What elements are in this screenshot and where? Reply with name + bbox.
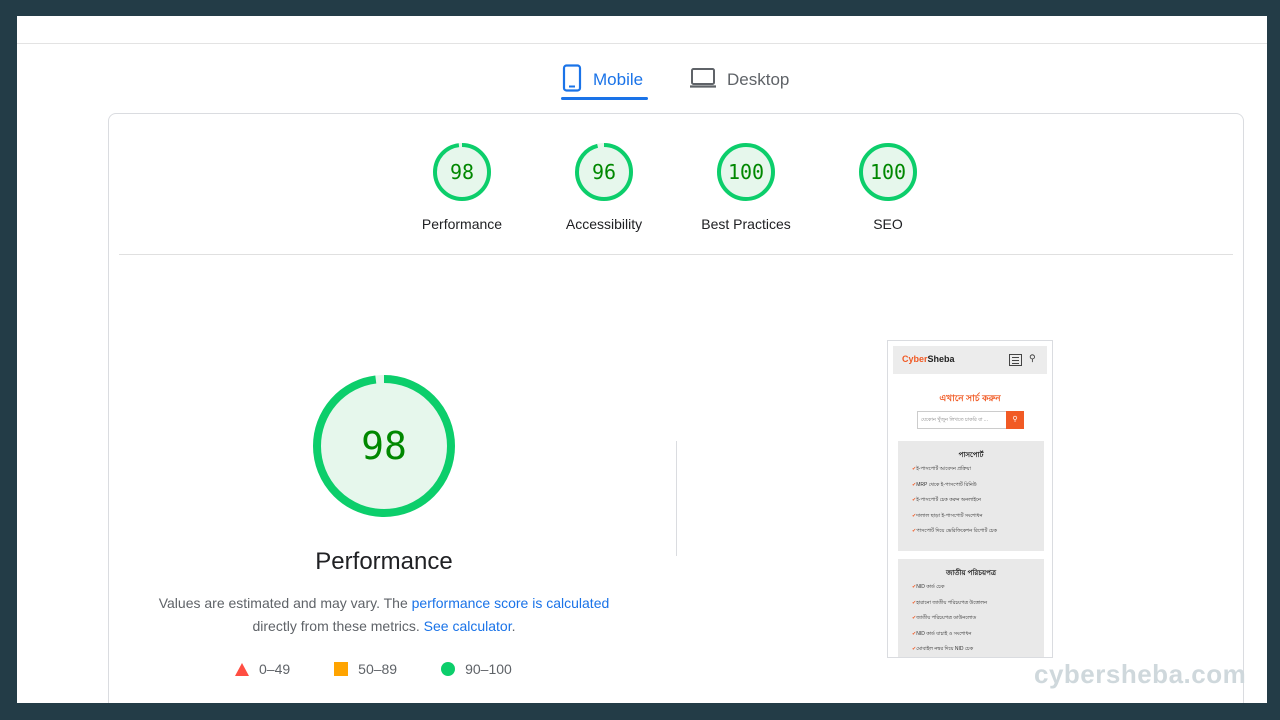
legend-item-pass: 90–100: [441, 661, 512, 677]
gauge-label: Performance: [421, 216, 503, 232]
pagespeed-report: Mobile Desktop 98 Performance 96 Accessi…: [17, 16, 1267, 703]
tab-mobile[interactable]: Mobile: [561, 58, 643, 102]
vertical-divider: [676, 441, 677, 556]
gauge-ring-icon: 100: [859, 143, 917, 201]
list-item: পাসপোর্ট দিয়ে ভেরিফিকেশন রিপোর্ট চেক: [912, 528, 1044, 544]
page-screenshot-thumbnail[interactable]: CyberSheba ⚲ এখানে সার্চ করুন যেকোন খুঁজ…: [887, 340, 1053, 658]
gauge-performance[interactable]: 98 Performance: [392, 142, 532, 232]
see-calculator-link[interactable]: See calculator: [424, 618, 512, 634]
circle-icon: [441, 662, 456, 676]
list-item: দালাল ছাড়া ই-পাসপোর্ট সংশোধন: [912, 513, 1044, 529]
thumb-search-button: ⚲: [1006, 411, 1024, 429]
gauge-score: 100: [870, 160, 906, 184]
gauge-label: Accessibility: [565, 216, 643, 232]
desc-suffix: .: [511, 618, 516, 634]
legend-item-fail: 0–49: [235, 661, 290, 677]
performance-title: Performance: [315, 548, 453, 575]
gauge-label: Best Practices: [701, 216, 791, 232]
thumb-box-nid: জাতীয় পরিচয়পত্র NID কার্ড চেক হারানো জ…: [898, 559, 1044, 657]
list-item: NID কার্ড যাচাই ও সংশোধন: [912, 631, 1044, 647]
list-item: জাতীয় পরিচয়পত্র ডাউনলোড: [912, 615, 1044, 631]
gauge-accessibility[interactable]: 96 Accessibility: [534, 142, 674, 232]
thumb-search-heading: এখানে সার্চ করুন: [939, 393, 1001, 403]
gauge-score: 100: [728, 160, 764, 184]
list-item: ই-পাসপোর্ট চেক করুন অনলাইনে: [912, 497, 1044, 513]
desc-middle: directly from these metrics.: [252, 618, 424, 634]
phone-icon: [561, 63, 583, 97]
score-legend: 0–49 50–89 90–100: [235, 661, 556, 677]
legend-range: 0–49: [259, 661, 291, 677]
gauge-seo[interactable]: 100 SEO: [818, 142, 958, 232]
square-icon: [334, 662, 349, 676]
thumb-box-title: জাতীয় পরিচয়পত্র: [945, 570, 997, 577]
thumb-box-passport: পাসপোর্ট ই-পাসপোর্ট আবেদন প্রক্রিয়া MRP…: [898, 441, 1044, 551]
hamburger-menu-icon: [1009, 354, 1022, 366]
tab-desktop[interactable]: Desktop: [689, 58, 789, 102]
performance-score-link[interactable]: performance score is calculated: [412, 595, 610, 611]
gauge-best-practices[interactable]: 100 Best Practices: [676, 142, 816, 232]
gauge-score: 98: [450, 160, 474, 184]
tab-desktop-label: Desktop: [727, 70, 790, 89]
list-item: NID কার্ড চেক: [912, 584, 1044, 600]
search-icon: ⚲: [1029, 353, 1036, 363]
legend-item-average: 50–89: [334, 661, 397, 677]
thumb-search-input: যেকোন খুঁজুন লিখতে চাকরি বা ...: [917, 411, 1007, 429]
thumb-box-title: পাসপোর্ট: [958, 452, 984, 459]
performance-description: Values are estimated and may vary. The p…: [139, 592, 629, 638]
list-item: ই-পাসপোর্ট আবেদন প্রক্রিয়া: [912, 466, 1044, 482]
performance-score: 98: [361, 424, 407, 468]
gauge-ring-icon: 98: [433, 143, 491, 201]
gauge-ring-icon: 96: [575, 143, 633, 201]
gauge-label: SEO: [873, 216, 903, 232]
gauge-score: 96: [592, 160, 616, 184]
active-tab-indicator: [561, 97, 648, 100]
performance-gauge-large: 98: [311, 373, 457, 524]
desc-prefix: Values are estimated and may vary. The: [158, 595, 412, 611]
triangle-icon: [235, 662, 249, 676]
list-item: MRP থেকে ই-পাসপোর্ট রিনিউ: [912, 482, 1044, 498]
gauge-ring-icon: 98: [313, 375, 455, 517]
tab-mobile-label: Mobile: [593, 70, 644, 89]
top-divider: [17, 43, 1267, 44]
legend-range: 50–89: [358, 661, 398, 677]
list-item: মোবাইল নম্বর দিয়ে NID চেক: [912, 646, 1044, 657]
search-icon: ⚲: [1012, 416, 1018, 423]
watermark: cybersheba.com: [1034, 659, 1247, 689]
score-gauges: 98 Performance 96 Accessibility 100 Best…: [109, 114, 1243, 254]
thumb-logo: CyberSheba: [902, 354, 955, 364]
section-divider: [119, 254, 1233, 255]
legend-range: 90–100: [465, 661, 512, 677]
report-card: 98 Performance 96 Accessibility 100 Best…: [108, 113, 1244, 703]
list-item: হারানো জাতীয় পরিচয়পত্র উত্তোলন: [912, 600, 1044, 616]
thumb-site-header: CyberSheba ⚲: [893, 346, 1047, 374]
gauge-ring-icon: 100: [717, 143, 775, 201]
laptop-icon: [689, 67, 717, 94]
